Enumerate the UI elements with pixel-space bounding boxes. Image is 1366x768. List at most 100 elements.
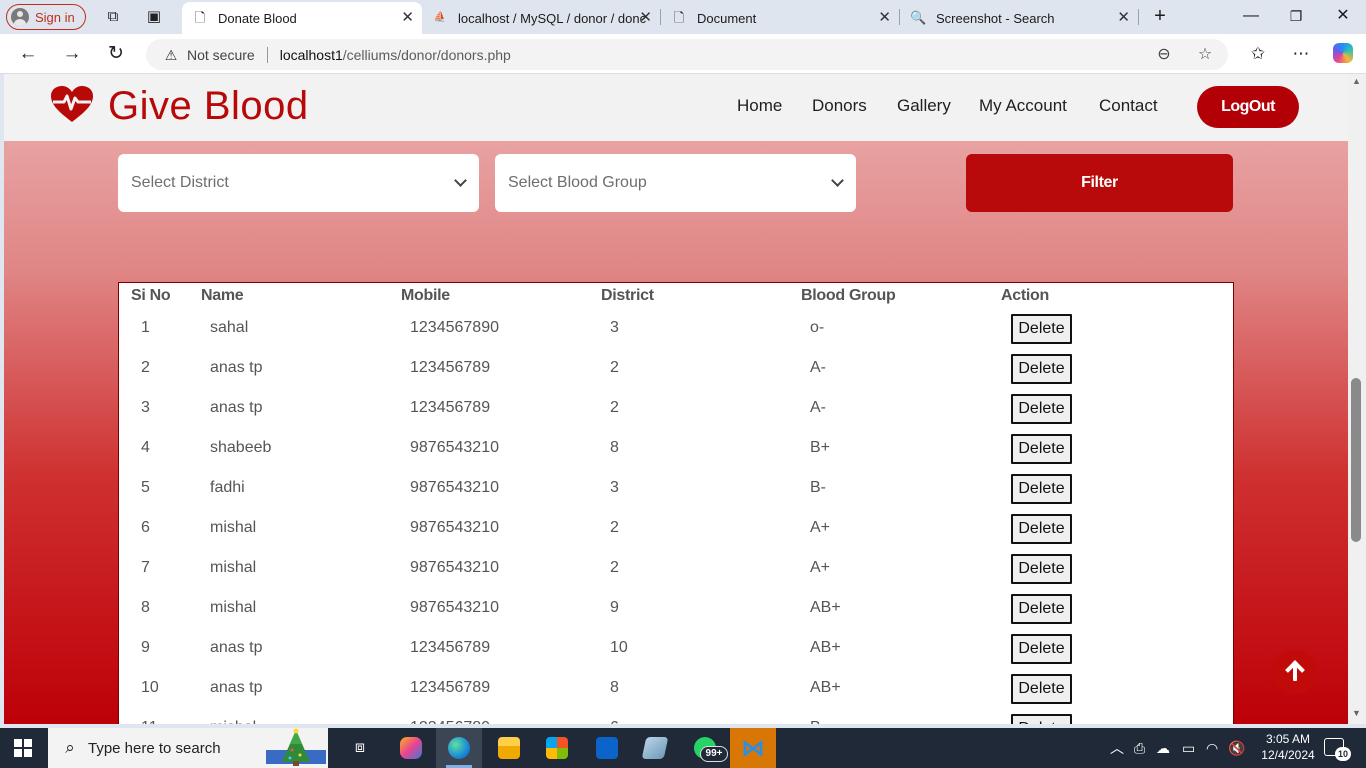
outlook-icon[interactable] xyxy=(584,728,630,768)
restore-icon[interactable]: ❐ xyxy=(1286,6,1306,26)
tab-actions-icon[interactable]: ▣ xyxy=(145,8,163,26)
cell-mobile: 9876543210 xyxy=(410,519,499,536)
signin-label: Sign in xyxy=(35,9,75,25)
delete-button[interactable]: Delete xyxy=(1011,354,1072,384)
cell-name: anas tp xyxy=(210,679,263,696)
delete-button[interactable]: Delete xyxy=(1011,474,1072,504)
scroll-down-arrow-icon[interactable]: ▼ xyxy=(1352,708,1361,718)
delete-button[interactable]: Delete xyxy=(1011,554,1072,584)
table-row: 5 fadhi 9876543210 3 B- Delete xyxy=(119,473,1233,513)
cell-mobile: 123456789 xyxy=(410,399,491,416)
minimize-icon[interactable]: — xyxy=(1241,6,1261,26)
cell-blood-group: o- xyxy=(810,319,825,336)
taskbar-clock[interactable]: 3:05 AM 12/4/2024 xyxy=(1256,731,1320,763)
profile-signin-button[interactable]: Sign in xyxy=(6,4,86,30)
nav-donors[interactable]: Donors xyxy=(812,96,867,116)
delete-button[interactable]: Delete xyxy=(1011,434,1072,464)
delete-button[interactable]: Delete xyxy=(1011,394,1072,424)
cell-si-no: 8 xyxy=(141,599,150,616)
tab-screenshot-search[interactable]: 🔍 Screenshot - Search ✕ xyxy=(900,2,1138,34)
notification-count: 10 xyxy=(1335,747,1351,761)
delete-button[interactable]: Delete xyxy=(1011,674,1072,704)
cell-district: 2 xyxy=(610,519,619,536)
close-tab-icon[interactable]: ✕ xyxy=(401,10,414,26)
refresh-icon[interactable]: ↻ xyxy=(105,43,127,65)
battery-icon[interactable]: ▭ xyxy=(1182,739,1195,757)
cell-district: 2 xyxy=(610,359,619,376)
tab-donate-blood[interactable]: 🗋 Donate Blood ✕ xyxy=(182,2,422,34)
security-label: Not secure xyxy=(187,46,255,63)
nav-my-account[interactable]: My Account xyxy=(979,96,1067,116)
windows-start-icon[interactable] xyxy=(14,739,32,757)
microsoft-store-icon[interactable] xyxy=(534,728,580,768)
copilot-app-icon[interactable] xyxy=(388,728,434,768)
notification-center-icon[interactable]: 10 xyxy=(1324,738,1351,761)
col-header-name: Name xyxy=(201,287,244,304)
close-window-icon[interactable]: ✕ xyxy=(1333,6,1353,26)
table-row: 3 anas tp 123456789 2 A- Delete xyxy=(119,393,1233,433)
cell-district: 6 xyxy=(610,713,619,724)
show-hidden-icons-icon[interactable]: ︿ xyxy=(1110,739,1124,757)
close-tab-icon[interactable]: ✕ xyxy=(639,10,652,26)
taskbar-search-placeholder: Type here to search xyxy=(88,739,221,757)
clock-time: 3:05 AM xyxy=(1265,732,1311,746)
delete-button[interactable]: Delete xyxy=(1011,634,1072,664)
cell-name: anas tp xyxy=(210,639,263,656)
favorites-icon[interactable]: ✩ xyxy=(1248,44,1268,64)
cell-blood-group: AB+ xyxy=(810,639,841,656)
cell-name: mishal xyxy=(210,519,257,536)
meet-now-icon[interactable]: ⎙ xyxy=(1134,739,1145,757)
delete-button[interactable]: Delete xyxy=(1011,314,1072,344)
url-text[interactable]: localhost1/celliums/donor/donors.php xyxy=(280,47,511,63)
phpmyadmin-icon: ⛵ xyxy=(433,12,447,23)
delete-button[interactable]: Delete xyxy=(1011,714,1072,724)
delete-button[interactable]: Delete xyxy=(1011,514,1072,544)
wifi-icon[interactable]: ◠ xyxy=(1206,739,1218,757)
favorite-star-icon[interactable]: ☆ xyxy=(1196,46,1214,64)
nav-gallery[interactable]: Gallery xyxy=(897,96,951,116)
copilot-icon[interactable] xyxy=(1333,43,1353,63)
table-row: 8 mishal 9876543210 9 AB+ Delete xyxy=(119,593,1233,633)
cell-mobile: 123456789 xyxy=(410,639,491,656)
search-icon: ⌕ xyxy=(65,738,75,757)
back-arrow-icon[interactable]: ← xyxy=(17,43,39,65)
cell-district: 3 xyxy=(610,319,619,336)
vscode-icon[interactable]: ⋈ xyxy=(730,728,776,768)
edge-browser-icon[interactable] xyxy=(436,728,482,768)
file-explorer-icon[interactable] xyxy=(486,728,532,768)
divider xyxy=(266,46,268,63)
reader-options-icon[interactable]: ⊖ xyxy=(1155,46,1173,64)
volume-muted-icon[interactable]: 🔇 xyxy=(1228,739,1245,757)
task-view-icon[interactable]: ⧈ xyxy=(337,728,383,768)
scroll-up-arrow-icon[interactable]: ▲ xyxy=(1352,76,1361,86)
filter-button[interactable]: Filter xyxy=(966,154,1233,212)
nav-home[interactable]: Home xyxy=(737,96,782,116)
onedrive-icon[interactable]: ☁ xyxy=(1156,739,1170,757)
cell-blood-group: B+ xyxy=(810,439,831,456)
tab-document[interactable]: 🗋 Document ✕ xyxy=(661,2,899,34)
nav-contact[interactable]: Contact xyxy=(1099,96,1158,116)
logout-button[interactable]: LogOut xyxy=(1197,86,1299,128)
address-bar[interactable]: ⚠ Not secure localhost1/celliums/donor/d… xyxy=(146,39,1228,70)
scroll-to-top-button[interactable] xyxy=(1273,650,1317,694)
delete-button[interactable]: Delete xyxy=(1011,594,1072,624)
more-options-icon[interactable]: ⋯ xyxy=(1291,44,1311,64)
tab-phpmyadmin[interactable]: ⛵ localhost / MySQL / donor / donc ✕ xyxy=(422,2,660,34)
page-viewport: Give Blood Home Donors Gallery My Accoun… xyxy=(4,74,1348,724)
page-scrollbar[interactable]: ▲ ▼ xyxy=(1348,74,1366,724)
district-select[interactable]: Select District xyxy=(118,154,479,212)
site-logo-text[interactable]: Give Blood xyxy=(108,84,309,129)
close-tab-icon[interactable]: ✕ xyxy=(1117,10,1130,26)
workspaces-icon[interactable]: ⧉ xyxy=(104,8,122,26)
forward-arrow-icon[interactable]: → xyxy=(61,43,83,65)
col-header-si-no: Si No xyxy=(131,287,171,304)
close-tab-icon[interactable]: ✕ xyxy=(878,10,891,26)
cell-blood-group: A- xyxy=(810,359,826,376)
scrollbar-thumb[interactable] xyxy=(1351,378,1361,542)
new-tab-icon[interactable]: + xyxy=(1150,6,1170,26)
clock-date: 12/4/2024 xyxy=(1261,748,1315,762)
blood-group-select[interactable]: Select Blood Group xyxy=(495,154,856,212)
christmas-tree-icon[interactable] xyxy=(266,728,326,768)
app-icon[interactable] xyxy=(632,728,678,768)
tab-title: Screenshot - Search xyxy=(936,10,1055,26)
